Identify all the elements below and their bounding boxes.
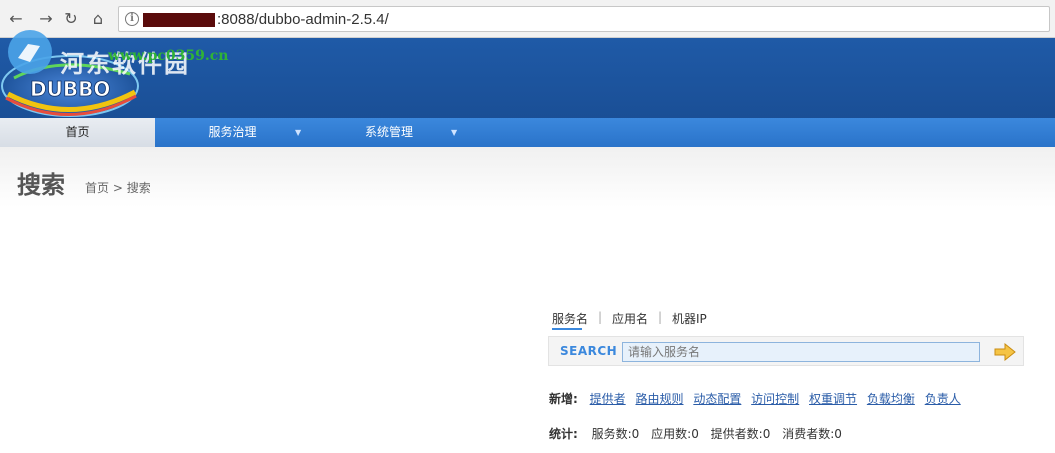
stat-consumers: 消费者数:0 — [782, 427, 842, 441]
url-text: :8088/dubbo-admin-2.5.4/ — [217, 11, 389, 28]
breadcrumb-current: 搜索 — [126, 181, 151, 195]
browser-toolbar: ← → ↻ ⌂ i :8088/dubbo-admin-2.5.4/ — [0, 0, 1055, 38]
nav-item-label: 系统管理 — [364, 125, 413, 139]
main-nav: 首页 服务治理 ▼ 系统管理 ▼ — [0, 118, 1055, 147]
title-band: 搜索 首页 > 搜索 — [0, 147, 1055, 207]
stats-label: 统计: — [549, 427, 578, 441]
nav-item-service-governance[interactable]: 服务治理 ▼ — [155, 118, 310, 147]
stat-services: 服务数:0 — [591, 427, 640, 441]
tab-app-name[interactable]: 应用名 — [612, 310, 648, 327]
search-input[interactable] — [622, 342, 980, 362]
nav-item-label: 服务治理 — [208, 125, 257, 139]
add-label: 新增: — [549, 392, 578, 406]
add-row: 新增: 提供者 路由规则 动态配置 访问控制 权重调节 负载均衡 负责人 — [549, 390, 961, 407]
watermark-url: www.pc0359.cn — [108, 48, 229, 64]
breadcrumb-home[interactable]: 首页 — [85, 181, 109, 195]
stats-row: 统计: 服务数:0 应用数:0 提供者数:0 消费者数:0 — [549, 425, 842, 442]
stat-apps: 应用数:0 — [651, 427, 699, 441]
add-weight-link[interactable]: 权重调节 — [809, 392, 857, 406]
add-load-balance-link[interactable]: 负载均衡 — [867, 392, 915, 406]
nav-item-home[interactable]: 首页 — [0, 118, 155, 147]
caret-down-icon: ▼ — [451, 128, 458, 137]
search-box: SEARCH — [548, 336, 1024, 366]
nav-item-label: 首页 — [65, 125, 90, 139]
tab-separator: | — [598, 310, 603, 324]
app-header: DUBBO 河东软件园 www.pc0359.cn — [0, 30, 1055, 118]
add-owner-link[interactable]: 负责人 — [925, 392, 961, 406]
caret-down-icon: ▼ — [295, 128, 302, 137]
search-arrow-icon[interactable] — [994, 343, 1016, 361]
tab-machine-ip[interactable]: 机器IP — [672, 310, 707, 327]
search-label: SEARCH — [560, 344, 618, 358]
add-route-link[interactable]: 路由规则 — [635, 392, 683, 406]
nav-item-system-management[interactable]: 系统管理 ▼ — [310, 118, 468, 147]
tab-service-name[interactable]: 服务名 — [552, 310, 588, 330]
page-title: 搜索 — [17, 171, 65, 199]
breadcrumb-separator: > — [112, 181, 123, 195]
breadcrumb: 首页 > 搜索 — [85, 179, 151, 196]
address-bar[interactable]: i :8088/dubbo-admin-2.5.4/ — [118, 6, 1050, 32]
add-access-control-link[interactable]: 访问控制 — [751, 392, 799, 406]
add-provider-link[interactable]: 提供者 — [590, 392, 626, 406]
logo-text: DUBBO — [30, 77, 110, 101]
tab-separator: | — [658, 310, 663, 324]
add-dynamic-config-link[interactable]: 动态配置 — [693, 392, 741, 406]
redacted-host — [143, 13, 215, 27]
stat-providers: 提供者数:0 — [710, 427, 771, 441]
